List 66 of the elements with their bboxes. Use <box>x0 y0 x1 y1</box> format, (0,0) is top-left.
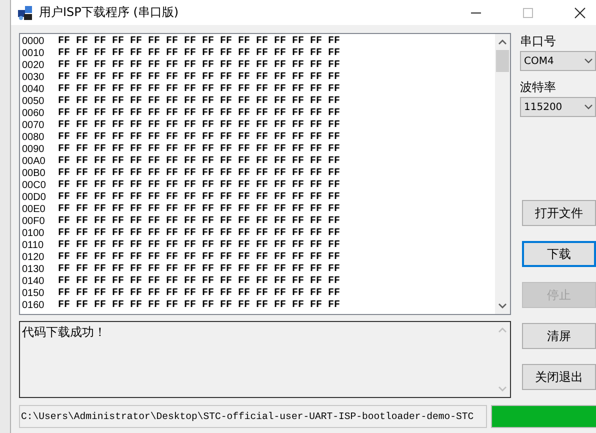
button[interactable]: 清屏 <box>522 323 596 349</box>
hex-bytes: FF FF FF FF FF FF FF FF FF FF FF FF FF FF FF FF <box>58 96 340 108</box>
scrollbar[interactable] <box>495 34 510 314</box>
address-text: 00B0 <box>22 168 46 180</box>
app-icon <box>17 4 33 20</box>
hex-bytes: FF FF FF FF FF FF FF FF FF FF FF FF FF FF FF FF <box>58 108 340 120</box>
address-text: 0080 <box>22 132 46 144</box>
hex-bytes: FF FF FF FF FF FF FF FF FF FF FF FF FF FF FF FF <box>58 36 340 48</box>
dropdown[interactable]: COM4 <box>520 51 596 71</box>
address-text: 0050 <box>22 96 46 108</box>
field-label: 波特率 <box>520 79 557 95</box>
address-text: 00C0 <box>22 180 47 192</box>
address-text: 0160 <box>22 300 46 312</box>
hex-bytes: FF FF FF FF FF FF FF FF FF FF FF FF FF FF FF FF <box>58 300 340 312</box>
address-text: 00D0 <box>22 192 47 204</box>
button[interactable]: 关闭退出 <box>522 364 596 390</box>
scroll-thumb[interactable] <box>496 50 509 72</box>
hex-bytes: FF FF FF FF FF FF FF FF FF FF FF FF FF FF FF FF <box>58 48 340 60</box>
hex-bytes: FF FF FF FF FF FF FF FF FF FF FF FF FF FF FF FF <box>58 144 340 156</box>
close-icon[interactable] <box>574 6 586 18</box>
hex-bytes: FF FF FF FF FF FF FF FF FF FF FF FF FF FF FF FF <box>58 204 340 216</box>
address-text: 0030 <box>22 72 46 84</box>
hex-bytes: FF FF FF FF FF FF FF FF FF FF FF FF FF FF FF FF <box>58 84 340 96</box>
chevron-down-icon <box>584 104 593 110</box>
hex-bytes: FF FF FF FF FF FF FF FF FF FF FF FF FF FF FF FF <box>58 216 340 228</box>
hex-bytes: FF FF FF FF FF FF FF FF FF FF FF FF FF FF FF FF <box>58 288 340 300</box>
hex-bytes: FF FF FF FF FF FF FF FF FF FF FF FF FF FF FF FF <box>58 60 340 72</box>
hex-bytes: FF FF FF FF FF FF FF FF FF FF FF FF FF FF FF FF <box>58 228 340 240</box>
address-text: 0010 <box>22 48 46 60</box>
address-text: 0140 <box>22 276 46 288</box>
scroll-up-icon[interactable] <box>498 39 507 45</box>
address-text: 0150 <box>22 288 46 300</box>
hex-bytes: FF FF FF FF FF FF FF FF FF FF FF FF FF FF FF FF <box>58 192 340 204</box>
address-text: 0120 <box>22 252 46 264</box>
chevron-down-icon <box>584 58 593 64</box>
hex-bytes: FF FF FF FF FF FF FF FF FF FF FF FF FF FF FF FF <box>58 120 340 132</box>
address-text: 0020 <box>22 60 46 72</box>
hex-bytes: FF FF FF FF FF FF FF FF FF FF FF FF FF FF FF FF <box>58 276 340 288</box>
address-text: 0040 <box>22 84 46 96</box>
hex-bytes: FF FF FF FF FF FF FF FF FF FF FF FF FF FF FF FF <box>58 72 340 84</box>
address-text: 0110 <box>22 240 45 252</box>
button[interactable]: 打开文件 <box>522 200 596 226</box>
file-path-field[interactable]: C:\Users\Administrator\Desktop\STC-official-user-UART-ISP-bootloader-demo-STC <box>19 405 487 428</box>
address-text: 0060 <box>22 108 46 120</box>
log-message: 代码下载成功！ <box>21 324 107 342</box>
button[interactable]: 下载 <box>522 241 596 267</box>
window-title: 用户ISP下载程序 (串口版) <box>39 4 179 21</box>
address-text: 0070 <box>22 120 46 132</box>
hex-bytes: FF FF FF FF FF FF FF FF FF FF FF FF FF FF FF FF <box>58 252 340 264</box>
address-text: 0000 <box>22 36 46 48</box>
hex-bytes: FF FF FF FF FF FF FF FF FF FF FF FF FF FF FF FF <box>58 180 340 192</box>
address-text: 00E0 <box>22 204 46 216</box>
dropdown[interactable]: 115200 <box>520 97 596 117</box>
address-text: 0130 <box>22 264 46 276</box>
address-text: 0090 <box>22 144 46 156</box>
hex-bytes: FF FF FF FF FF FF FF FF FF FF FF FF FF FF FF FF <box>58 132 340 144</box>
hex-bytes: FF FF FF FF FF FF FF FF FF FF FF FF FF FF FF FF <box>58 240 340 252</box>
address-text: 0100 <box>22 228 46 240</box>
hex-bytes: FF FF FF FF FF FF FF FF FF FF FF FF FF FF FF FF <box>58 156 340 168</box>
field-label: 串口号 <box>520 33 557 49</box>
hex-bytes: FF FF FF FF FF FF FF FF FF FF FF FF FF FF FF FF <box>58 168 340 180</box>
maximize-icon[interactable] <box>522 6 534 18</box>
address-text: 00A0 <box>22 156 46 168</box>
hex-bytes: FF FF FF FF FF FF FF FF FF FF FF FF FF FF FF FF <box>58 264 340 276</box>
scroll-down-icon[interactable] <box>498 303 507 310</box>
address-text: 00F0 <box>22 216 46 228</box>
